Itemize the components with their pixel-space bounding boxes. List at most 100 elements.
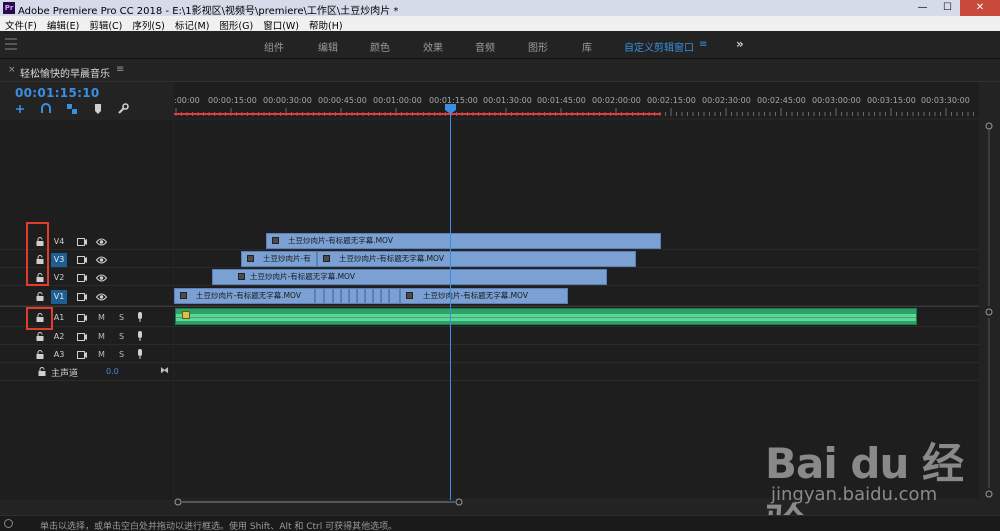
video-clip-v1-l[interactable]: 土豆炒肉片-有标题无字幕.MOV: [400, 288, 568, 304]
sync-lock-icon[interactable]: [77, 238, 87, 246]
menu-edit[interactable]: 编辑(E): [42, 16, 84, 32]
menu-marker[interactable]: 标记(M): [170, 16, 215, 32]
master-track-label: 主声道: [51, 369, 79, 379]
workspace-tab-editing[interactable]: 编辑: [318, 39, 338, 54]
video-clip-v1-c[interactable]: [324, 288, 333, 304]
sync-lock-icon[interactable]: [77, 256, 87, 264]
solo-button[interactable]: S: [119, 332, 124, 341]
fx-badge-icon: [180, 292, 187, 299]
work-area-bar[interactable]: [174, 113, 661, 115]
sync-lock-icon[interactable]: [77, 314, 87, 322]
panel-close-icon[interactable]: ×: [8, 65, 16, 75]
video-clip-v1-f[interactable]: [349, 288, 357, 304]
video-clip-v1-h[interactable]: [365, 288, 373, 304]
video-clip-v1-j[interactable]: [381, 288, 389, 304]
track-header-a3: A3 M S: [0, 346, 173, 364]
microphone-icon[interactable]: [137, 312, 143, 322]
clip-name: 土豆炒肉片-有标题无字幕.MOV: [196, 291, 301, 300]
fx-badge-icon: [406, 292, 413, 299]
panel-menu-icon[interactable]: ≡: [116, 64, 124, 75]
lock-icon[interactable]: [36, 350, 44, 359]
playhead-line[interactable]: [450, 108, 451, 500]
linked-selection-icon[interactable]: [66, 103, 78, 115]
lock-icon[interactable]: [36, 332, 44, 341]
track-target-a1[interactable]: A1: [51, 311, 67, 325]
highlight-box-audio-lock: [26, 307, 53, 330]
track-target-a2[interactable]: A2: [51, 330, 67, 344]
workspace-tab-color[interactable]: 颜色: [370, 39, 390, 54]
menu-graphics[interactable]: 图形(G): [214, 16, 258, 32]
maximize-button[interactable]: ☐: [935, 0, 960, 16]
video-clip-v1-e[interactable]: [341, 288, 349, 304]
menu-file[interactable]: 文件(F): [0, 16, 42, 32]
add-marker-icon[interactable]: [92, 103, 104, 115]
sync-lock-icon[interactable]: [77, 351, 87, 359]
mute-button[interactable]: M: [98, 313, 105, 322]
track-header-v1: V1: [0, 288, 173, 306]
audio-clip-a1[interactable]: [175, 308, 917, 325]
eye-icon[interactable]: [96, 256, 107, 264]
track-target-v2[interactable]: V2: [51, 271, 67, 285]
menu-sequence[interactable]: 序列(S): [127, 16, 169, 32]
video-clip-v1-b[interactable]: [315, 288, 324, 304]
audio-waveform: [176, 314, 916, 321]
workspace-menu-icon[interactable]: ≡: [699, 39, 707, 50]
menu-help[interactable]: 帮助(H): [304, 16, 348, 32]
track-target-v1[interactable]: V1: [51, 290, 67, 304]
video-clip-v3-b[interactable]: 土豆炒肉片-有标题无字幕.MOV: [317, 251, 636, 267]
track-target-v3[interactable]: V3: [51, 253, 67, 267]
video-clip-v2[interactable]: 土豆炒肉片-有标题无字幕.MOV: [212, 269, 607, 285]
snap-icon[interactable]: [40, 103, 52, 115]
sync-lock-icon[interactable]: [77, 274, 87, 282]
window-title: Adobe Premiere Pro CC 2018 - E:\1影视区\视频号…: [18, 6, 399, 17]
menu-clip[interactable]: 剪辑(C): [84, 16, 127, 32]
more-workspaces-icon[interactable]: »: [736, 37, 744, 51]
close-button[interactable]: ✕: [960, 0, 1000, 16]
minimize-button[interactable]: —: [910, 0, 935, 16]
microphone-icon[interactable]: [137, 349, 143, 359]
eye-icon[interactable]: [96, 274, 107, 282]
eye-icon[interactable]: [96, 293, 107, 301]
sync-lock-icon[interactable]: [77, 293, 87, 301]
ruler-label: 00:02:30:00: [702, 96, 751, 105]
track-target-v4[interactable]: V4: [51, 235, 67, 249]
video-clip-v1-d[interactable]: [333, 288, 341, 304]
workspace-tab-custom[interactable]: 自定义剪辑窗口: [624, 39, 694, 54]
playhead-handle-icon[interactable]: [445, 104, 456, 114]
solo-button[interactable]: S: [119, 350, 124, 359]
playhead-timecode[interactable]: 00:01:15:10: [15, 86, 100, 100]
video-clip-v1-k[interactable]: [389, 288, 400, 304]
video-clip-v3-a[interactable]: 土豆炒肉片-有: [241, 251, 317, 267]
timeline-settings-icon[interactable]: [117, 103, 129, 115]
home-grip-icon[interactable]: [5, 38, 17, 50]
status-info-icon: [4, 519, 13, 528]
mute-button[interactable]: M: [98, 350, 105, 359]
lock-icon[interactable]: [36, 292, 44, 301]
sequence-tab[interactable]: 轻松愉快的早晨音乐: [20, 65, 110, 80]
video-clip-v1-a[interactable]: 土豆炒肉片-有标题无字幕.MOV: [174, 288, 315, 304]
workspace-tab-assembly[interactable]: 组件: [264, 39, 284, 54]
ruler-label: 00:00:30:00: [263, 96, 312, 105]
track-target-a3[interactable]: A3: [51, 348, 67, 362]
video-clip-v4[interactable]: 土豆炒肉片-有标题无字幕.MOV: [266, 233, 661, 249]
workspace-tab-effects[interactable]: 效果: [423, 39, 443, 54]
fx-badge-icon: [272, 237, 279, 244]
mute-button[interactable]: M: [98, 332, 105, 341]
workspace-tab-graphics[interactable]: 图形: [528, 39, 548, 54]
status-bar: 单击以选择，或单击空白处并拖动以进行框选。使用 Shift、Alt 和 Ctrl…: [0, 515, 1000, 531]
lock-icon[interactable]: [38, 367, 46, 376]
solo-button[interactable]: S: [119, 313, 124, 322]
ruler-label: 00:00:45:00: [318, 96, 367, 105]
microphone-icon[interactable]: [137, 331, 143, 341]
video-clip-v1-i[interactable]: [373, 288, 381, 304]
nest-sequence-icon[interactable]: [14, 103, 26, 115]
master-go-to-end-icon[interactable]: ⧓: [160, 366, 169, 376]
ruler-label: 00:02:00:00: [592, 96, 641, 105]
eye-icon[interactable]: [96, 238, 107, 246]
workspace-tab-libraries[interactable]: 库: [582, 39, 592, 54]
sync-lock-icon[interactable]: [77, 333, 87, 341]
video-clip-v1-g[interactable]: [357, 288, 365, 304]
menu-window[interactable]: 窗口(W): [258, 16, 304, 32]
master-volume-value[interactable]: 0.0: [106, 367, 119, 376]
workspace-tab-audio[interactable]: 音频: [475, 39, 495, 54]
